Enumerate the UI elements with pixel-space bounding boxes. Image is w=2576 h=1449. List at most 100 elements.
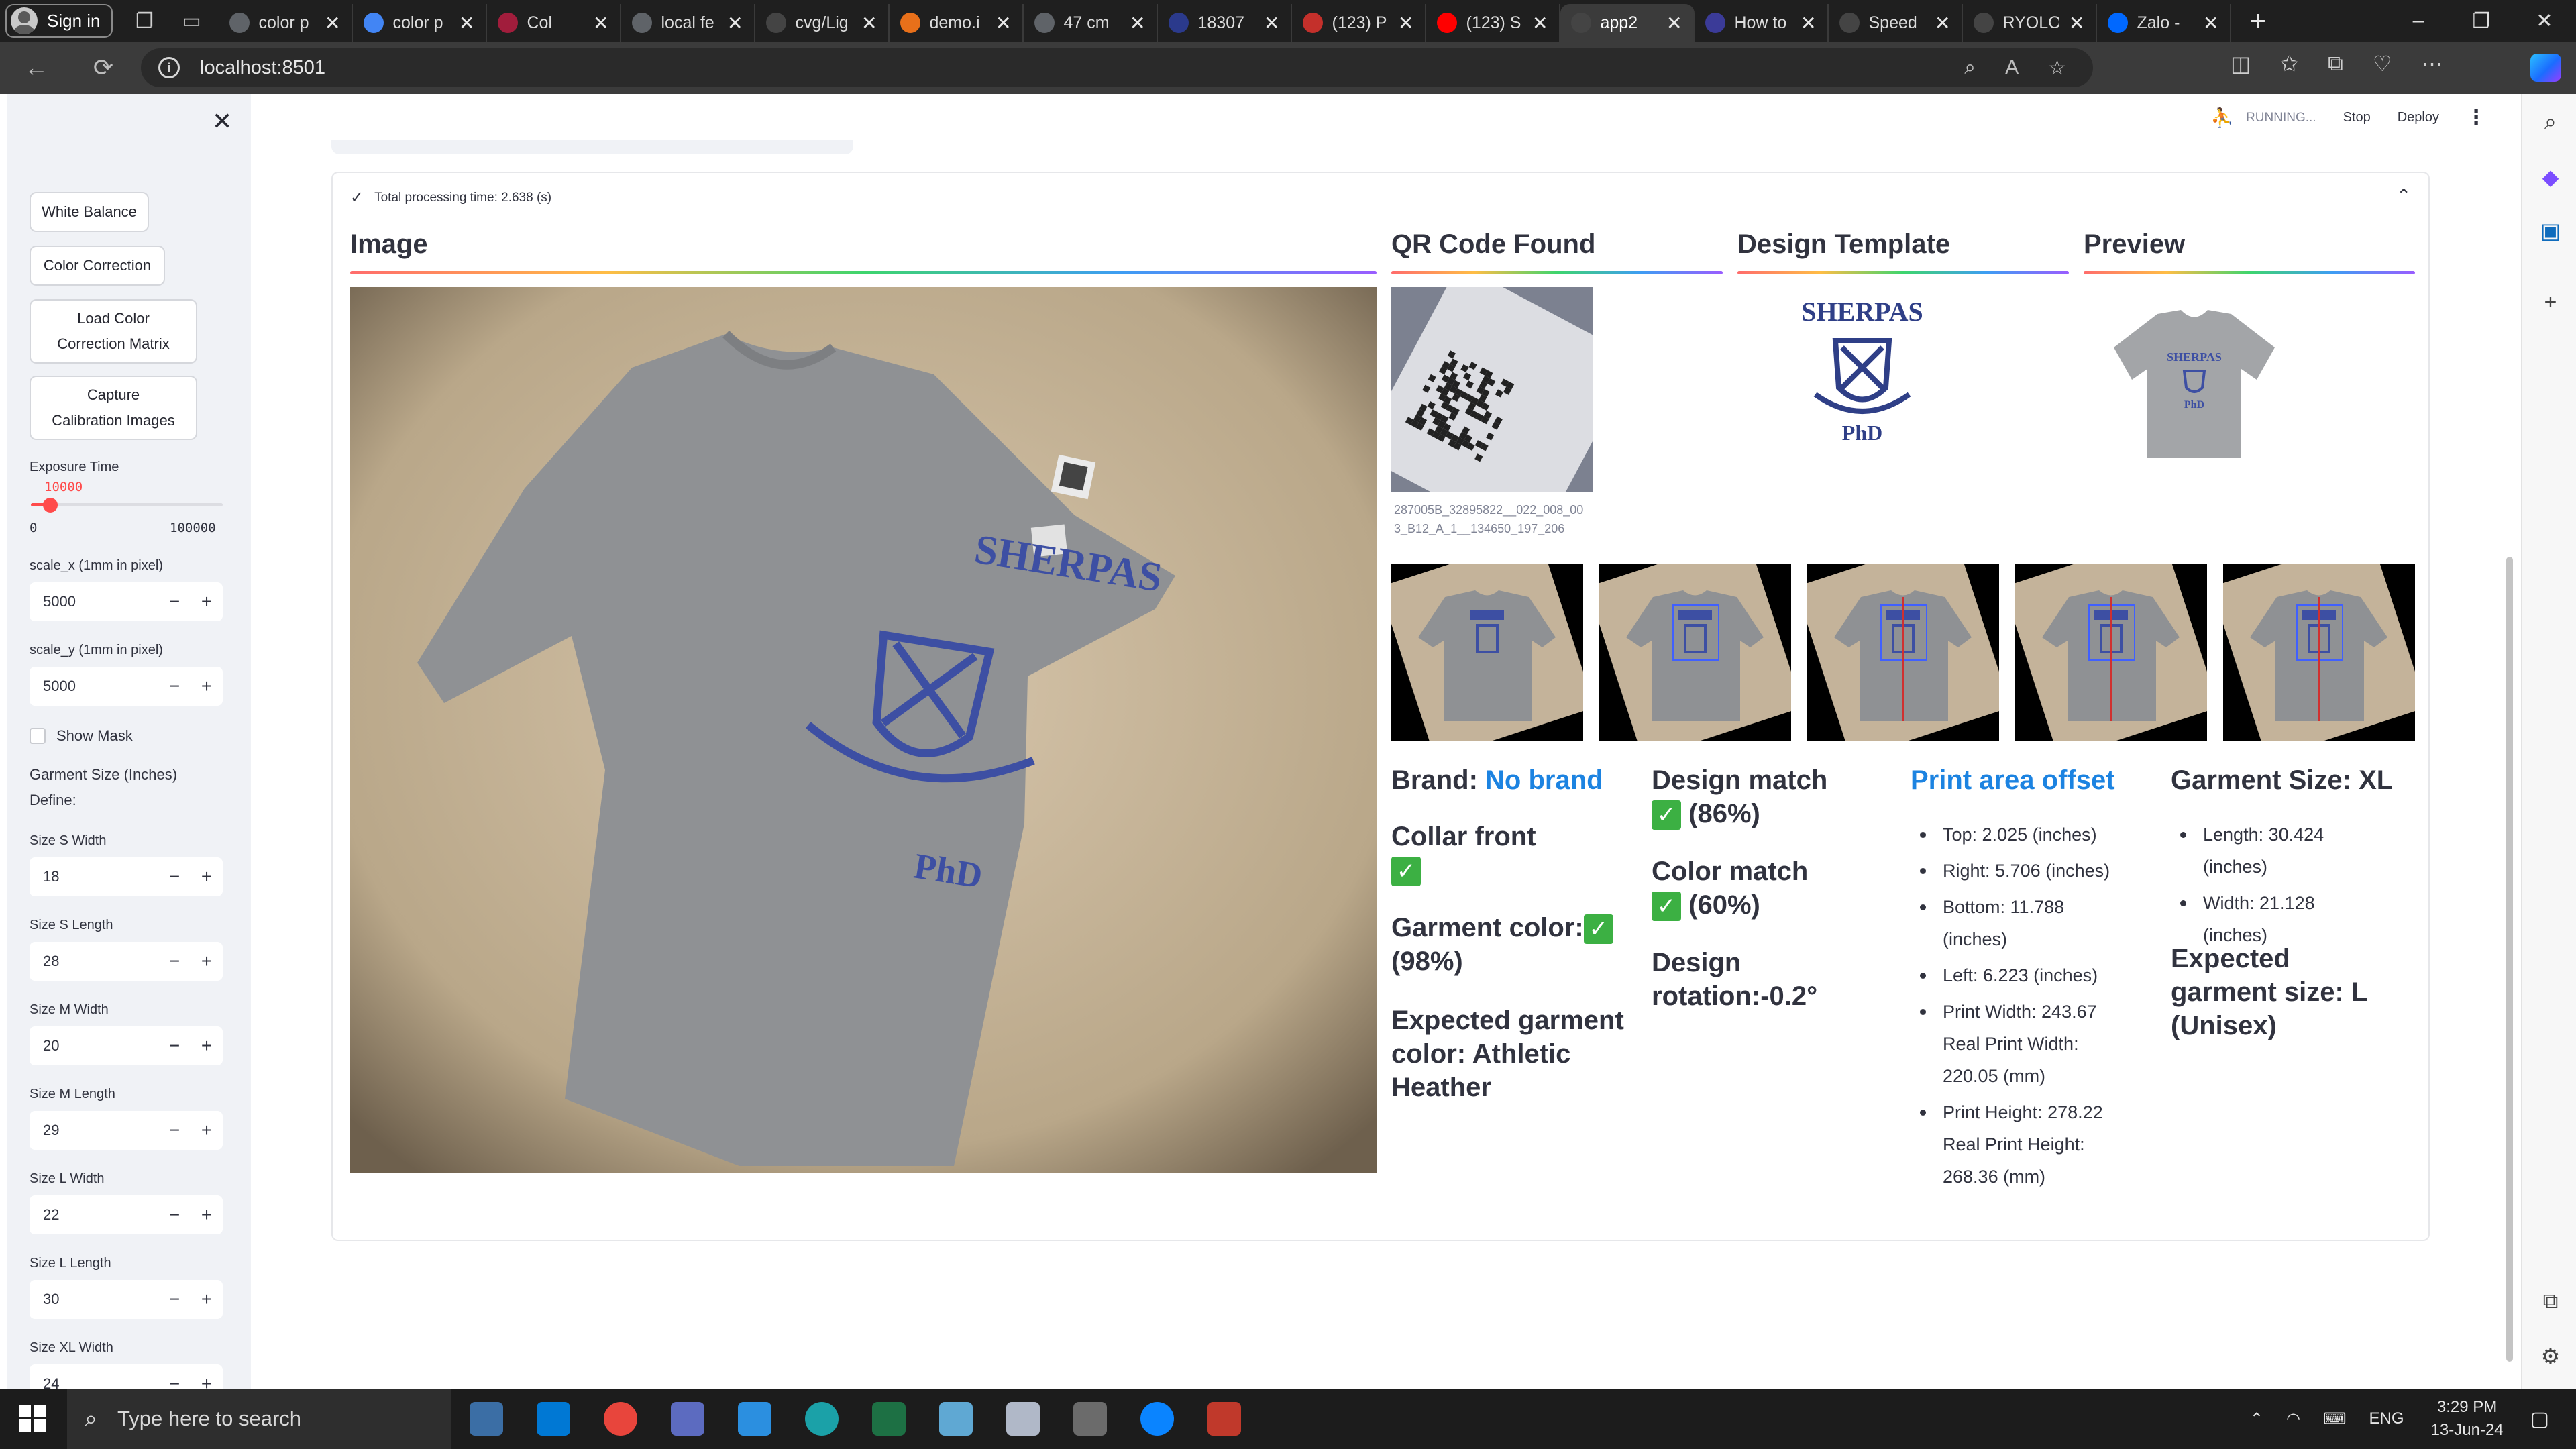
main-menu-icon[interactable]: ⋮ [2466, 106, 2486, 129]
size-number-input[interactable]: 28− + [30, 942, 223, 981]
scale-x-increment-button[interactable]: + [191, 591, 223, 612]
zalo-icon[interactable] [1140, 1402, 1174, 1436]
site-info-icon[interactable]: i [158, 57, 180, 78]
copilot-icon[interactable] [2530, 54, 2561, 82]
vscode-icon[interactable] [738, 1402, 771, 1436]
browser-tab[interactable]: 47 cm ✕ [1024, 4, 1158, 42]
size-increment-button[interactable]: + [191, 1204, 223, 1226]
size-value[interactable]: 29 [30, 1122, 158, 1139]
sidebar-close-icon[interactable]: ✕ [212, 107, 232, 136]
size-value[interactable]: 24 [30, 1375, 158, 1389]
tab-close-icon[interactable]: ✕ [2069, 12, 2084, 34]
size-number-input[interactable]: 20− + [30, 1026, 223, 1065]
size-decrement-button[interactable]: − [158, 951, 191, 972]
scale-x-input[interactable]: 5000 − + [30, 582, 223, 621]
size-decrement-button[interactable]: − [158, 1035, 191, 1057]
tab-close-icon[interactable]: ✕ [1398, 12, 1413, 34]
scale-y-decrement-button[interactable]: − [158, 676, 191, 697]
language-indicator[interactable]: ENG [2369, 1409, 2404, 1428]
notifications-icon[interactable]: ▢ [2530, 1407, 2549, 1431]
scale-x-value[interactable]: 5000 [30, 593, 158, 610]
outlook-icon[interactable]: ▣ [2537, 217, 2564, 244]
size-increment-button[interactable]: + [191, 866, 223, 888]
notepad-icon[interactable] [939, 1402, 973, 1436]
restore-icon[interactable]: ❐ [2450, 0, 2513, 42]
more-menu-icon[interactable]: ⋯ [2422, 51, 2443, 76]
size-increment-button[interactable]: + [191, 1373, 223, 1389]
browser-tab[interactable]: Col ✕ [487, 4, 621, 42]
scale-y-input[interactable]: 5000 − + [30, 667, 223, 706]
size-number-input[interactable]: 29− + [30, 1111, 223, 1150]
browser-tab[interactable]: app2 ✕ [1560, 4, 1695, 42]
browser-tab[interactable]: How to ✕ [1695, 4, 1829, 42]
tab-close-icon[interactable]: ✕ [1935, 12, 1950, 34]
favorite-star-icon[interactable]: ☆ [2048, 56, 2066, 80]
tab-close-icon[interactable]: ✕ [1801, 12, 1816, 34]
size-decrement-button[interactable]: − [158, 1120, 191, 1141]
tab-close-icon[interactable]: ✕ [593, 12, 608, 34]
settings-gear-icon[interactable]: ⚙ [2537, 1343, 2564, 1370]
page-scrollbar[interactable] [2506, 557, 2513, 1362]
browser-tab[interactable]: demo.i ✕ [890, 4, 1024, 42]
browser-tab[interactable]: (123) P ✕ [1292, 4, 1426, 42]
size-value[interactable]: 22 [30, 1206, 158, 1224]
chevron-up-icon[interactable]: ⌃ [2250, 1409, 2263, 1429]
browser-tab[interactable]: (123) S ✕ [1426, 4, 1560, 42]
show-mask-box[interactable] [30, 728, 46, 744]
add-icon[interactable]: + [2537, 288, 2564, 315]
refresh-icon[interactable]: ⟳ [83, 54, 123, 82]
size-number-input[interactable]: 18− + [30, 857, 223, 896]
expander-header[interactable]: ✓ Total processing time: 2.638 (s) [350, 188, 551, 207]
load-color-correction-matrix-button[interactable]: Load Color Correction Matrix [30, 299, 197, 364]
collections-icon[interactable]: ⧉ [2328, 51, 2343, 76]
url-field[interactable]: i localhost:8501 ⌕ A ☆ [141, 48, 2093, 87]
browser-tab[interactable]: Speed ✕ [1829, 4, 1963, 42]
zoom-icon[interactable]: ⌕ [1964, 56, 1976, 79]
size-value[interactable]: 18 [30, 868, 158, 885]
copilot-side-icon[interactable]: ◆ [2537, 164, 2564, 191]
remote-desktop-icon[interactable] [671, 1402, 704, 1436]
terminal-icon[interactable] [1208, 1402, 1241, 1436]
white-balance-button[interactable]: White Balance [30, 192, 149, 232]
snipping-tool-icon[interactable] [1006, 1402, 1040, 1436]
size-increment-button[interactable]: + [191, 1289, 223, 1310]
capture-calibration-images-button[interactable]: Capture Calibration Images [30, 376, 197, 440]
close-window-icon[interactable]: ✕ [2513, 0, 2576, 42]
tab-close-icon[interactable]: ✕ [1532, 12, 1548, 34]
tab-close-icon[interactable]: ✕ [459, 12, 474, 34]
browser-tab[interactable]: Zalo - ✕ [2097, 4, 2231, 42]
exposure-time-slider[interactable] [31, 498, 223, 513]
workspaces-icon[interactable]: ❐ [130, 6, 160, 36]
screenshot-icon[interactable]: ⧉ [2537, 1288, 2564, 1315]
stop-button[interactable]: Stop [2343, 110, 2371, 125]
file-explorer-icon[interactable] [470, 1402, 503, 1436]
edge-icon[interactable] [805, 1402, 839, 1436]
tab-close-icon[interactable]: ✕ [2203, 12, 2218, 34]
deploy-button[interactable]: Deploy [2398, 110, 2439, 125]
tab-close-icon[interactable]: ✕ [1666, 12, 1682, 34]
new-tab-plus-icon[interactable]: + [2250, 5, 2267, 37]
browser-tab[interactable]: cvg/Lig ✕ [755, 4, 890, 42]
calculator-icon[interactable] [1073, 1402, 1107, 1436]
split-screen-icon[interactable]: ◫ [2231, 51, 2251, 76]
size-value[interactable]: 30 [30, 1291, 158, 1308]
scale-x-decrement-button[interactable]: − [158, 591, 191, 612]
browser-tab[interactable]: 18307 ✕ [1158, 4, 1292, 42]
chevron-up-icon[interactable]: ⌃ [2396, 185, 2411, 206]
tab-close-icon[interactable]: ✕ [1130, 12, 1145, 34]
size-increment-button[interactable]: + [191, 951, 223, 972]
scale-y-increment-button[interactable]: + [191, 676, 223, 697]
store-icon[interactable] [537, 1402, 570, 1436]
tab-close-icon[interactable]: ✕ [727, 12, 743, 34]
size-number-input[interactable]: 22− + [30, 1195, 223, 1234]
windows-start-icon[interactable] [19, 1405, 46, 1432]
size-value[interactable]: 28 [30, 953, 158, 970]
clock[interactable]: 3:29 PM 13-Jun-24 [2431, 1396, 2504, 1442]
size-decrement-button[interactable]: − [158, 1204, 191, 1226]
search-icon[interactable]: ⌕ [2537, 109, 2564, 136]
browser-tab[interactable]: local fe ✕ [621, 4, 755, 42]
show-mask-checkbox[interactable]: Show Mask [30, 727, 133, 745]
size-decrement-button[interactable]: − [158, 866, 191, 888]
read-aloud-icon[interactable]: A [2005, 56, 2019, 79]
keyboard-icon[interactable]: ⌨ [2323, 1409, 2347, 1429]
